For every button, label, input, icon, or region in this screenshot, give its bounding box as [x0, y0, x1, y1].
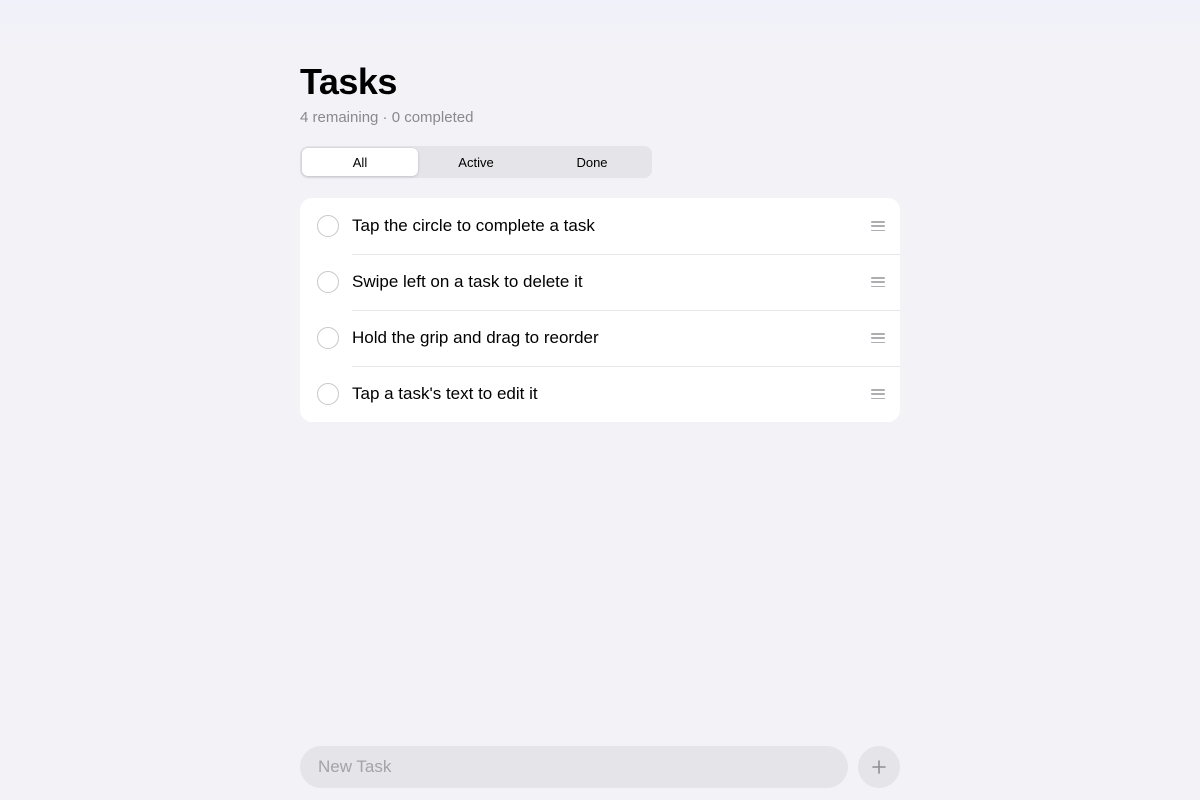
complete-circle-icon[interactable]: [317, 271, 339, 293]
complete-circle-icon[interactable]: [317, 383, 339, 405]
task-text[interactable]: Swipe left on a task to delete it: [352, 272, 583, 292]
drag-grip-icon[interactable]: [871, 333, 885, 343]
plus-icon: [872, 760, 886, 774]
filter-active-segment[interactable]: Active: [418, 148, 534, 176]
add-task-button[interactable]: [858, 746, 900, 788]
filter-done-segment[interactable]: Done: [534, 148, 650, 176]
complete-circle-icon[interactable]: [317, 215, 339, 237]
task-summary: 4 remaining · 0 completed: [300, 109, 474, 126]
task-row[interactable]: Tap the circle to complete a task: [300, 198, 900, 254]
task-text[interactable]: Tap a task's text to edit it: [352, 384, 538, 404]
drag-grip-icon[interactable]: [871, 389, 885, 399]
filter-segmented-control: All Active Done: [300, 146, 652, 178]
task-row[interactable]: Tap a task's text to edit it: [300, 366, 900, 422]
complete-circle-icon[interactable]: [317, 327, 339, 349]
task-row[interactable]: Hold the grip and drag to reorder: [300, 310, 900, 366]
task-text[interactable]: Hold the grip and drag to reorder: [352, 328, 599, 348]
new-task-input[interactable]: [300, 746, 848, 788]
drag-grip-icon[interactable]: [871, 221, 885, 231]
tasks-page: Tasks 4 remaining · 0 completed All Acti…: [300, 0, 900, 800]
page-title: Tasks: [300, 61, 397, 102]
task-list: Tap the circle to complete a task Swipe …: [300, 198, 900, 422]
task-text[interactable]: Tap the circle to complete a task: [352, 216, 595, 236]
drag-grip-icon[interactable]: [871, 277, 885, 287]
filter-all-segment[interactable]: All: [302, 148, 418, 176]
task-row[interactable]: Swipe left on a task to delete it: [300, 254, 900, 310]
